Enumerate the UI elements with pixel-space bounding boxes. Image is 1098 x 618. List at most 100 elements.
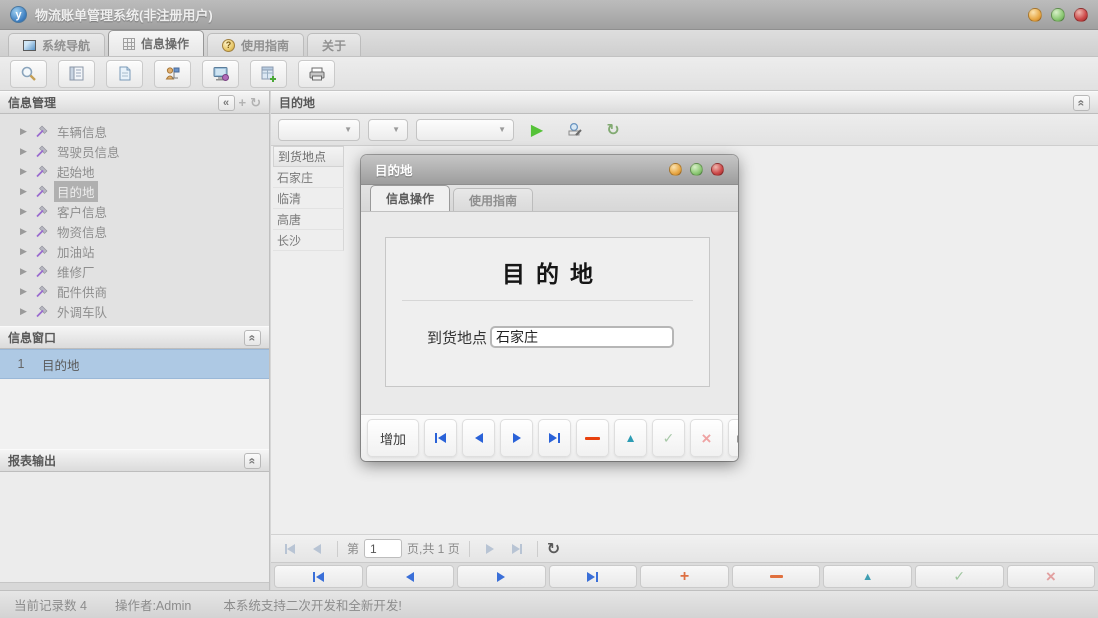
- tree-item-label: 加油站: [54, 241, 98, 262]
- search-edit-button[interactable]: [560, 117, 590, 143]
- expand-icon[interactable]: ▶: [20, 286, 29, 297]
- grid-row[interactable]: 临清: [273, 188, 344, 209]
- add-record-button[interactable]: +: [640, 565, 729, 588]
- tree-item-repair-shop[interactable]: ▶维修厂: [20, 261, 269, 281]
- last-record-button[interactable]: [549, 565, 638, 588]
- tab-label: 信息操作: [386, 190, 434, 207]
- tool-icon: [35, 185, 48, 198]
- minimize-button[interactable]: [1028, 8, 1042, 22]
- form-list-button[interactable]: [58, 60, 95, 88]
- collapse-panel-button[interactable]: «: [244, 330, 261, 346]
- divider: [402, 300, 693, 301]
- value-combo[interactable]: ▼: [416, 119, 514, 141]
- expand-icon[interactable]: ▶: [20, 186, 29, 197]
- expand-icon[interactable]: ▶: [20, 226, 29, 237]
- tree-item-parts-supplier[interactable]: ▶配件供商: [20, 281, 269, 301]
- tree-item-external-fleet[interactable]: ▶外调车队: [20, 301, 269, 321]
- tree-item-origin[interactable]: ▶起始地: [20, 161, 269, 181]
- table-add-button[interactable]: [250, 60, 287, 88]
- tree-item-material-info[interactable]: ▶物资信息: [20, 221, 269, 241]
- previous-record-button[interactable]: [366, 565, 455, 588]
- refresh-query-button[interactable]: ↻: [598, 117, 628, 143]
- dialog-restore-button[interactable]: [690, 163, 703, 176]
- page-number-input[interactable]: [364, 539, 402, 558]
- dialog-remove-button[interactable]: [576, 419, 609, 457]
- first-record-button[interactable]: [274, 565, 363, 588]
- confirm-record-button[interactable]: ✓: [915, 565, 1004, 588]
- document-button[interactable]: [106, 60, 143, 88]
- form-list-icon: [68, 65, 85, 82]
- tab-system-navigation[interactable]: 系统导航: [8, 33, 105, 56]
- dialog-last-button[interactable]: [538, 419, 571, 457]
- close-button[interactable]: [1074, 8, 1088, 22]
- search-button[interactable]: [10, 60, 47, 88]
- dialog-tab-bar: 信息操作 使用指南: [361, 185, 738, 212]
- next-page-button[interactable]: [479, 538, 501, 560]
- run-query-button[interactable]: ▶: [522, 117, 552, 143]
- grid-row[interactable]: 高唐: [273, 209, 344, 230]
- grid-row[interactable]: 长沙: [273, 230, 344, 251]
- user-button[interactable]: [154, 60, 191, 88]
- restore-button[interactable]: [1051, 8, 1065, 22]
- next-record-button[interactable]: [457, 565, 546, 588]
- last-page-button[interactable]: [506, 538, 528, 560]
- dialog-first-button[interactable]: [424, 419, 457, 457]
- previous-page-button[interactable]: [306, 538, 328, 560]
- monitor-button[interactable]: [202, 60, 239, 88]
- refresh-page-icon[interactable]: ↻: [547, 539, 560, 559]
- dialog-title-bar[interactable]: 目的地: [361, 155, 738, 185]
- results-grid: 到货地点 石家庄 临清 高唐 长沙: [273, 146, 344, 251]
- expand-icon[interactable]: ▶: [20, 146, 29, 157]
- dialog-cancel-button[interactable]: ×: [690, 419, 723, 457]
- refresh-icon[interactable]: ↻: [250, 95, 261, 111]
- collapse-main-button[interactable]: «: [1073, 95, 1090, 111]
- grid-column-header[interactable]: 到货地点: [273, 146, 344, 167]
- report-output-list: [0, 472, 269, 582]
- dialog-next-button[interactable]: [500, 419, 533, 457]
- tab-info-operation[interactable]: 信息操作: [108, 30, 204, 56]
- collapse-panel-button[interactable]: «: [244, 453, 261, 469]
- expand-icon[interactable]: ▶: [20, 206, 29, 217]
- tool-icon: [35, 225, 48, 238]
- dialog-tab-info-operation[interactable]: 信息操作: [370, 185, 450, 211]
- tree-item-driver-info[interactable]: ▶驾驶员信息: [20, 141, 269, 161]
- first-page-button[interactable]: [279, 538, 301, 560]
- dialog-print-button[interactable]: [728, 419, 738, 457]
- cancel-record-button[interactable]: ×: [1007, 565, 1096, 588]
- printer-icon: [308, 66, 326, 82]
- tree-item-vehicle-info[interactable]: ▶车辆信息: [20, 121, 269, 141]
- triangle-up-icon: ▲: [625, 431, 637, 445]
- tree-item-gas-station[interactable]: ▶ 加油站: [20, 241, 269, 261]
- help-icon: ?: [222, 39, 235, 52]
- info-window-row[interactable]: 1 目的地: [0, 349, 269, 379]
- remove-record-button[interactable]: [732, 565, 821, 588]
- printer-button[interactable]: [298, 60, 335, 88]
- dialog-add-button[interactable]: 增加: [367, 419, 419, 457]
- tree-item-destination[interactable]: ▶目的地: [20, 181, 269, 201]
- arrival-place-input[interactable]: [490, 326, 674, 348]
- tree-item-customer-info[interactable]: ▶客户信息: [20, 201, 269, 221]
- expand-icon[interactable]: ▶: [20, 246, 29, 257]
- expand-icon[interactable]: ▶: [20, 306, 29, 317]
- field-combo[interactable]: ▼: [278, 119, 360, 141]
- expand-icon[interactable]: ▶: [20, 126, 29, 137]
- dialog-close-button[interactable]: [711, 163, 724, 176]
- dialog-tab-user-guide[interactable]: 使用指南: [453, 188, 533, 211]
- expand-icon[interactable]: ▶: [20, 266, 29, 277]
- dialog-previous-button[interactable]: [462, 419, 495, 457]
- window-title: 物流账单管理系统(非注册用户): [35, 5, 213, 24]
- tab-about[interactable]: 关于: [307, 33, 361, 56]
- operator-combo[interactable]: ▼: [368, 119, 408, 141]
- dialog-confirm-button[interactable]: ✓: [652, 419, 685, 457]
- dialog-minimize-button[interactable]: [669, 163, 682, 176]
- grid-icon: [123, 38, 135, 50]
- tool-icon: [35, 165, 48, 178]
- dialog-edit-button[interactable]: ▲: [614, 419, 647, 457]
- grid-row[interactable]: 石家庄: [273, 167, 344, 188]
- tab-user-guide[interactable]: ? 使用指南: [207, 33, 304, 56]
- collapse-sidebar-button[interactable]: «: [218, 95, 235, 111]
- dialog-title: 目的地: [375, 160, 413, 179]
- expand-icon[interactable]: ▶: [20, 166, 29, 177]
- edit-record-button[interactable]: ▲: [823, 565, 912, 588]
- add-icon[interactable]: +: [239, 95, 247, 110]
